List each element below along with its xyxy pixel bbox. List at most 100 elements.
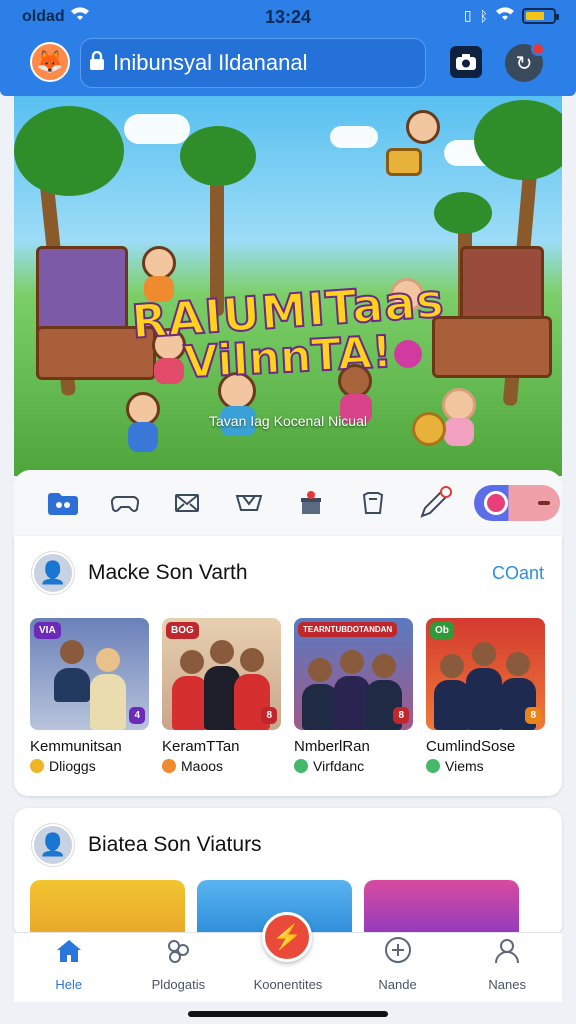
tile-subtitle: Dlioggs (49, 758, 96, 774)
content-tile[interactable] (30, 880, 185, 940)
pen-icon (420, 486, 452, 518)
content-tile[interactable]: TEARNTUBDOTANDAN 8 NmberlRan Virfdanc (294, 618, 413, 774)
treasure-box (386, 148, 422, 176)
nav-people[interactable]: Pldogatis (124, 933, 234, 1002)
tile-subtitle: Maoos (181, 758, 224, 774)
shirt-icon (235, 495, 263, 511)
section-avatar[interactable]: 👤 (32, 824, 74, 866)
center-action-icon: ⚡ (272, 923, 302, 951)
person-body (54, 668, 90, 702)
content-tile[interactable]: Ob 8 CumlindSose Viems (426, 618, 545, 774)
tile-thumbnail: VIA 4 (30, 618, 149, 730)
search-bar[interactable]: Inibunsyal Ildananal (80, 38, 426, 88)
palm-leaves (434, 192, 492, 234)
tile-tag: BOG (166, 622, 199, 639)
toggle-knob (484, 491, 508, 515)
nav-label: Hele (55, 977, 83, 992)
person-face (440, 654, 464, 678)
category-bar (14, 470, 562, 536)
palm-leaves (180, 126, 256, 186)
tile-thumbnail: BOG 8 (162, 618, 281, 730)
tile-subtitle-row: Virfdanc (294, 758, 413, 774)
person-face (210, 640, 234, 664)
app-screen: oldad 13:24 ▯ ᛒ 🦊 Inibunsyal Ildananal ↻… (0, 0, 576, 1024)
wifi-icon (496, 7, 514, 24)
person-body (302, 684, 338, 730)
people-icon (163, 938, 193, 971)
palm-leaves (474, 100, 562, 180)
nav-add[interactable]: Nande (343, 933, 453, 1002)
character (142, 246, 176, 280)
mail-icon (175, 494, 199, 512)
tile-thumbnail: Ob 8 (426, 618, 545, 730)
tile-subtitle-row: Viems (426, 758, 545, 774)
nav-home[interactable]: Hele (14, 933, 124, 1002)
gift-icon (301, 491, 321, 514)
person-face (340, 650, 364, 674)
top-header: oldad 13:24 ▯ ᛒ 🦊 Inibunsyal Ildananal ↻ (0, 0, 576, 96)
category-folder[interactable] (32, 483, 94, 523)
profile-avatar[interactable]: 🦊 (30, 42, 70, 82)
nav-label: Nanes (488, 977, 526, 992)
section-header: 👤 Macke Son Varth COant (32, 548, 544, 598)
person-body (90, 674, 126, 730)
avatar-icon: 👤 (39, 832, 67, 857)
tile-thumbnail: TEARNTUBDOTANDAN 8 (294, 618, 413, 730)
center-action-button[interactable]: ⚡ (262, 912, 312, 962)
bluetooth-icon: ᛒ (479, 7, 488, 24)
bag-icon (362, 492, 384, 514)
camera-button[interactable] (450, 46, 482, 78)
category-shopping[interactable] (342, 483, 404, 523)
person-face (372, 654, 396, 678)
folder-icon (48, 493, 78, 515)
cloud (330, 126, 378, 148)
tile-status-icon (162, 759, 176, 773)
section-avatar[interactable]: 👤 (32, 552, 74, 594)
hero-banner[interactable]: RAIUMITaas ViInnTA! Tavan Iag Kocenal Ni… (14, 96, 562, 476)
tile-subtitle-row: Maoos (162, 758, 281, 774)
category-edit[interactable] (404, 483, 466, 523)
category-games[interactable] (94, 483, 156, 523)
hero-subtitle: Tavan Iag Kocenal Nicual (209, 413, 367, 429)
person-face (180, 650, 204, 674)
content-tile[interactable] (364, 880, 519, 940)
section-header: 👤 Biatea Son Viaturs (32, 820, 544, 870)
person-face (96, 648, 120, 672)
cloud (124, 114, 190, 144)
category-clothing[interactable] (218, 483, 280, 523)
content-tile[interactable]: BOG 8 KeramTTan Maoos (162, 618, 281, 774)
alarm-icon: ▯ (463, 7, 472, 23)
palm-leaves (14, 106, 124, 196)
tile-subtitle: Virfdanc (313, 758, 365, 774)
tile-status-icon (426, 759, 440, 773)
tile-title: Kemmunitsan (30, 738, 122, 755)
tile-title: CumlindSose (426, 738, 516, 755)
person-face (472, 642, 496, 666)
content-tile[interactable]: VIA 4 Kemmunitsan Dlioggs (30, 618, 149, 774)
notification-button[interactable]: ↻ (505, 42, 545, 82)
tile-status-icon (294, 759, 308, 773)
tile-title: KeramTTan (162, 738, 240, 755)
home-indicator[interactable] (188, 1011, 388, 1017)
category-mail[interactable] (156, 483, 218, 523)
tile-badge: 4 (129, 707, 145, 724)
nav-profile[interactable]: Nanes (452, 933, 562, 1002)
toggle-switch[interactable] (474, 485, 560, 521)
tile-tag: VIA (34, 622, 61, 639)
tile-badge: 8 (261, 707, 277, 724)
person-face (308, 658, 332, 682)
section-more-link[interactable]: COant (492, 563, 544, 584)
section-title: Macke Son Varth (88, 561, 248, 584)
person-body (172, 676, 208, 730)
category-gift[interactable] (280, 483, 342, 523)
notification-icon: ↻ (515, 52, 533, 75)
tile-subtitle-row: Dlioggs (30, 758, 149, 774)
search-text: Inibunsyal Ildananal (113, 50, 308, 75)
section-title: Biatea Son Viaturs (88, 833, 262, 856)
notification-badge (531, 42, 545, 56)
status-bar: oldad 13:24 ▯ ᛒ (0, 0, 576, 34)
plus-circle-icon (384, 936, 412, 971)
nav-label: Nande (378, 977, 417, 992)
avatar-icon: 👤 (39, 560, 67, 585)
tile-tag: Ob (430, 622, 454, 639)
